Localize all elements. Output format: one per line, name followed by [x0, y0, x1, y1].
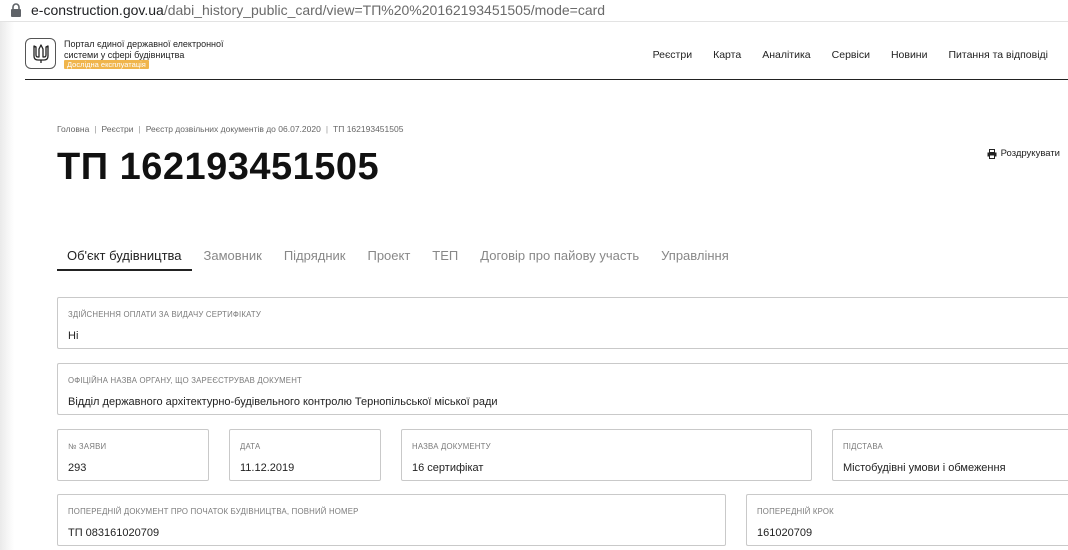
- authority-field: Офіційна назва органу, що зареєстрував д…: [57, 363, 1068, 415]
- portal-title: Портал єдиної державної електронної сист…: [64, 39, 224, 60]
- nav-news[interactable]: Новини: [891, 49, 928, 61]
- tabs: Об'єкт будівництва Замовник Підрядник Пр…: [57, 246, 741, 271]
- application-number-field: № заяви 293: [57, 429, 209, 481]
- url-domain: e-construction.gov.ua: [31, 2, 164, 18]
- browser-address-bar[interactable]: e-construction.gov.ua/dabi_history_publi…: [0, 0, 1068, 22]
- field-label: Попередній документ про початок будівниц…: [68, 507, 359, 516]
- site-header: Портал єдиної державної електронної сист…: [25, 35, 1068, 80]
- field-value: 293: [68, 462, 87, 474]
- printer-icon: [987, 148, 997, 159]
- tab-project[interactable]: Проект: [357, 246, 420, 271]
- field-label: Офіційна назва органу, що зареєстрував д…: [68, 376, 302, 385]
- field-label: № заяви: [68, 442, 107, 451]
- beta-badge: Дослідна експлуатація: [64, 60, 149, 69]
- lock-icon: [11, 3, 21, 17]
- nav-map[interactable]: Карта: [713, 49, 741, 61]
- breadcrumb-current: ТП 162193451505: [333, 124, 404, 134]
- nav-faq[interactable]: Питання та відповіді: [948, 49, 1048, 61]
- field-label: Попередній крок: [757, 507, 834, 516]
- breadcrumb-separator: |: [138, 124, 141, 134]
- print-label: Роздрукувати: [1000, 148, 1060, 159]
- tab-share-agreement[interactable]: Договір про пайову участь: [470, 246, 649, 271]
- breadcrumb-separator: |: [325, 124, 329, 134]
- tab-contractor[interactable]: Підрядник: [274, 246, 356, 271]
- breadcrumb-separator: |: [94, 124, 97, 134]
- trident-logo[interactable]: [25, 38, 56, 69]
- page-edge-shadow: [0, 22, 14, 550]
- nav-analytics[interactable]: Аналітика: [762, 49, 810, 61]
- breadcrumb: Головна | Реєстри | Реєстр дозвільних докуме…: [57, 124, 403, 134]
- tab-management[interactable]: Управління: [651, 246, 739, 271]
- field-value: Відділ державного архітектурно-будівельн…: [68, 396, 498, 408]
- main-nav: Реєстри Карта Аналітика Сервіси Новини П…: [632, 49, 1048, 61]
- url-path: /dabi_history_public_card/view=ТП%20%201…: [163, 2, 606, 18]
- field-value: 16 сертифікат: [412, 462, 484, 474]
- print-button[interactable]: Роздрукувати: [987, 148, 1060, 159]
- field-value: 161020709: [757, 527, 813, 539]
- url-text[interactable]: e-construction.gov.ua/dabi_history_publi…: [31, 2, 605, 18]
- tab-customer[interactable]: Замовник: [194, 246, 272, 271]
- trident-icon: [33, 44, 49, 63]
- field-label: Дата: [240, 442, 261, 451]
- field-value: ТП 083161020709: [68, 527, 160, 539]
- document-name-field: Назва документу 16 сертифікат: [401, 429, 812, 481]
- breadcrumb-registries[interactable]: Реєстри: [102, 124, 134, 134]
- field-value: Містобудівні умови і обмеження: [843, 462, 1006, 474]
- breadcrumb-registry[interactable]: Реєстр дозвільних документів до 06.07.20…: [146, 124, 321, 134]
- breadcrumb-home[interactable]: Головна: [57, 124, 89, 134]
- payment-field: Здійснення оплати за видачу сертифікату …: [57, 297, 1068, 349]
- tab-tep[interactable]: ТЕП: [422, 246, 468, 271]
- portal-name[interactable]: Портал єдиної державної електронної сист…: [64, 39, 234, 71]
- field-value: 11.12.2019: [240, 462, 295, 474]
- field-label: Назва документу: [412, 442, 491, 451]
- tab-construction-object[interactable]: Об'єкт будівництва: [57, 246, 192, 271]
- date-field: Дата 11.12.2019: [229, 429, 381, 481]
- nav-services[interactable]: Сервіси: [832, 49, 870, 61]
- page-title: ТП 162193451505: [57, 146, 380, 188]
- field-value: Ні: [68, 330, 79, 342]
- basis-field: Підстава Містобудівні умови і обмеження: [832, 429, 1068, 481]
- previous-step-field: Попередній крок 161020709: [746, 494, 1068, 546]
- field-label: Здійснення оплати за видачу сертифікату: [68, 310, 262, 319]
- previous-document-field: Попередній документ про початок будівниц…: [57, 494, 726, 546]
- field-label: Підстава: [843, 442, 883, 451]
- nav-registries[interactable]: Реєстри: [653, 49, 693, 61]
